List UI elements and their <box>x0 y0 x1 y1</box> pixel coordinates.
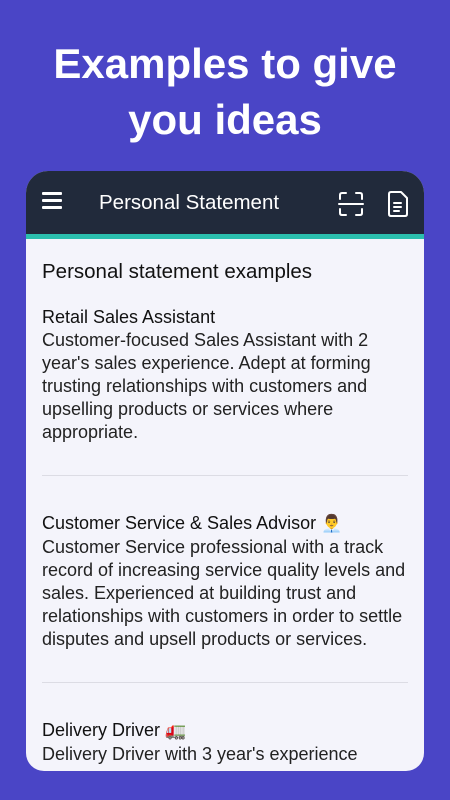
promo-headline: Examples to give you ideas <box>0 36 450 148</box>
content-list[interactable]: Personal statement examples Retail Sales… <box>26 239 424 766</box>
example-item[interactable]: Delivery Driver 🚛 Delivery Driver with 3… <box>42 718 408 766</box>
example-title: Delivery Driver 🚛 <box>42 718 408 743</box>
example-body: Customer Service professional with a tra… <box>42 537 406 649</box>
divider <box>42 475 408 476</box>
example-title: Retail Sales Assistant <box>42 305 408 329</box>
example-title: Customer Service & Sales Advisor 👨‍💼 <box>42 511 408 536</box>
office-worker-emoji-icon: 👨‍💼 <box>321 514 343 534</box>
section-title: Personal statement examples <box>42 260 313 283</box>
divider <box>42 682 408 683</box>
menu-icon[interactable] <box>42 192 66 214</box>
example-body: Delivery Driver with 3 year's experience <box>42 744 358 764</box>
document-icon[interactable] <box>386 190 410 218</box>
headline-line-1: Examples to give <box>53 40 397 87</box>
truck-emoji-icon: 🚛 <box>165 721 187 741</box>
scan-icon[interactable] <box>338 191 364 217</box>
example-title-text: Customer Service & Sales Advisor <box>42 513 317 533</box>
example-body: Customer-focused Sales Assistant with 2 … <box>42 330 371 442</box>
example-item[interactable]: Customer Service & Sales Advisor 👨‍💼 Cus… <box>42 511 408 651</box>
app-bar: Personal Statement <box>26 171 424 239</box>
headline-line-2: you ideas <box>128 96 322 143</box>
example-item[interactable]: Retail Sales Assistant Customer-focused … <box>42 305 408 444</box>
phone-screen: Personal Statement Personal statement ex… <box>26 171 424 771</box>
app-title: Personal Statement <box>99 191 280 214</box>
example-title-text: Delivery Driver <box>42 720 161 740</box>
example-title-text: Retail Sales Assistant <box>42 307 216 327</box>
